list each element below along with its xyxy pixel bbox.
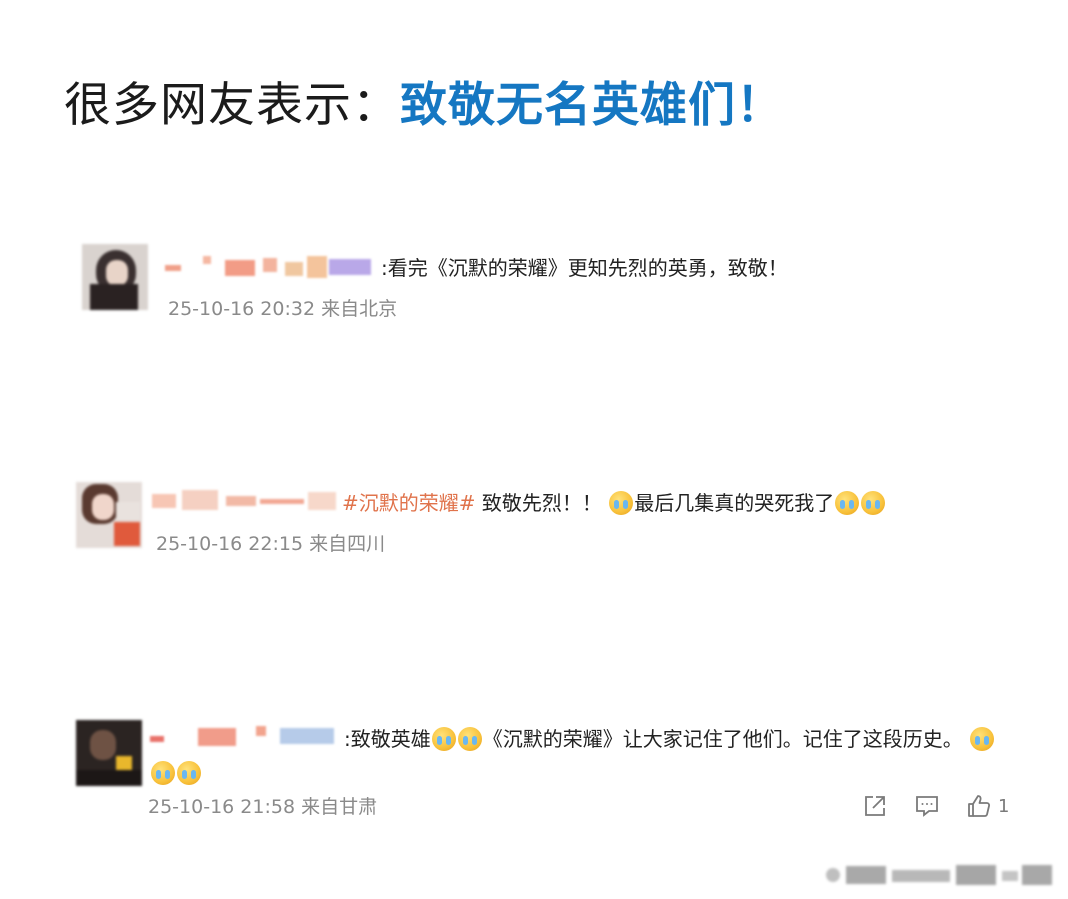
comment-timestamp: 25-10-16 20:32 bbox=[168, 298, 316, 320]
watermark-blurred bbox=[826, 862, 1056, 888]
comment-text-part1: :致敬英雄 bbox=[344, 727, 431, 751]
comment-text-part2: 最后几集真的哭死我了 bbox=[634, 491, 835, 515]
username-blurred[interactable] bbox=[165, 256, 375, 278]
comment-timestamp: 25-10-16 22:15 bbox=[156, 533, 304, 555]
comment-text-part2: 《沉默的荣耀》让大家记住了他们。记住了这段历史。 bbox=[482, 727, 963, 751]
crying-emoji-icon bbox=[151, 761, 175, 785]
comment-actions: 1 bbox=[862, 790, 1009, 822]
crying-emoji-icon bbox=[835, 491, 860, 515]
comment-text-continuation bbox=[150, 759, 202, 787]
avatar[interactable] bbox=[82, 244, 148, 310]
avatar[interactable] bbox=[76, 720, 142, 786]
hashtag-link[interactable]: #沉默的荣耀# bbox=[342, 491, 476, 515]
comment-button[interactable] bbox=[914, 793, 940, 819]
username-blurred[interactable] bbox=[152, 490, 342, 512]
comment-location: 来自北京 bbox=[321, 298, 398, 320]
comment-meta: 25-10-16 22:15 来自四川 bbox=[156, 531, 385, 557]
comment-location: 来自四川 bbox=[309, 533, 386, 555]
comment-text: #沉默的荣耀# 致敬先烈！！ 最后几集真的哭死我了 bbox=[342, 489, 886, 517]
crying-emoji-icon bbox=[431, 727, 456, 751]
avatar[interactable] bbox=[76, 482, 142, 548]
comment-timestamp: 25-10-16 21:58 bbox=[148, 796, 296, 818]
crying-emoji-icon bbox=[609, 491, 634, 515]
comment-meta: 25-10-16 21:58 来自甘肃 bbox=[148, 794, 377, 820]
share-button[interactable] bbox=[862, 793, 888, 819]
headline: 很多网友表示：致敬无名英雄们！ bbox=[64, 72, 784, 140]
headline-emphasis: 致敬无名英雄们！ bbox=[400, 78, 784, 133]
like-count: 1 bbox=[998, 795, 1010, 817]
comment-text: :看完《沉默的荣耀》更知先烈的英勇，致敬！ bbox=[381, 256, 788, 280]
crying-emoji-icon bbox=[861, 491, 886, 515]
share-icon bbox=[862, 793, 888, 819]
comment-icon bbox=[914, 793, 940, 819]
headline-prefix: 很多网友表示： bbox=[64, 78, 400, 133]
crying-emoji-icon bbox=[457, 727, 482, 751]
comment-text-part1: 致敬先烈！！ bbox=[475, 491, 602, 515]
comment-meta: 25-10-16 20:32 来自北京 bbox=[168, 296, 397, 322]
username-blurred[interactable] bbox=[150, 726, 340, 748]
thumbs-up-icon bbox=[966, 793, 992, 819]
comment-location: 来自甘肃 bbox=[301, 796, 378, 818]
crying-emoji-icon bbox=[177, 761, 201, 785]
comment-text: :致敬英雄 《沉默的荣耀》让大家记住了他们。记住了这段历史。 bbox=[344, 725, 995, 753]
like-button[interactable]: 1 bbox=[966, 793, 1009, 819]
crying-emoji-icon bbox=[970, 727, 995, 751]
